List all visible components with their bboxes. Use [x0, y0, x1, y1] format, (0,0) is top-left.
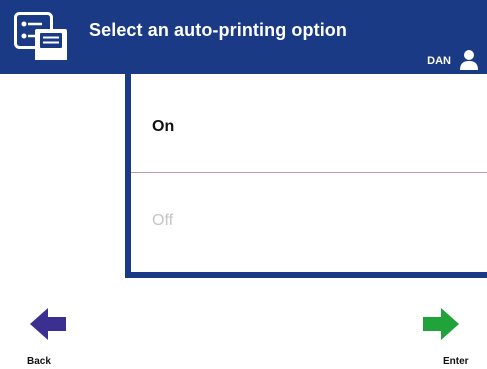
option-off[interactable]: Off [131, 174, 487, 272]
option-off-label: Off [152, 212, 174, 229]
printer-settings-icon [14, 12, 74, 64]
header-bar: Select an auto-printing option DAN [0, 0, 487, 74]
enter-button-label[interactable]: Enter [443, 356, 469, 367]
back-button-label[interactable]: Back [27, 356, 51, 367]
page-title: Select an auto-printing option [89, 20, 347, 40]
arrow-right-icon[interactable] [421, 306, 461, 342]
user-icon [459, 49, 479, 71]
user-name: DAN [427, 55, 451, 67]
option-on-label: On [152, 118, 175, 135]
options-panel: On Off [125, 74, 487, 278]
arrow-left-icon[interactable] [28, 306, 68, 342]
option-on[interactable]: On [131, 74, 487, 172]
option-divider [131, 172, 487, 173]
